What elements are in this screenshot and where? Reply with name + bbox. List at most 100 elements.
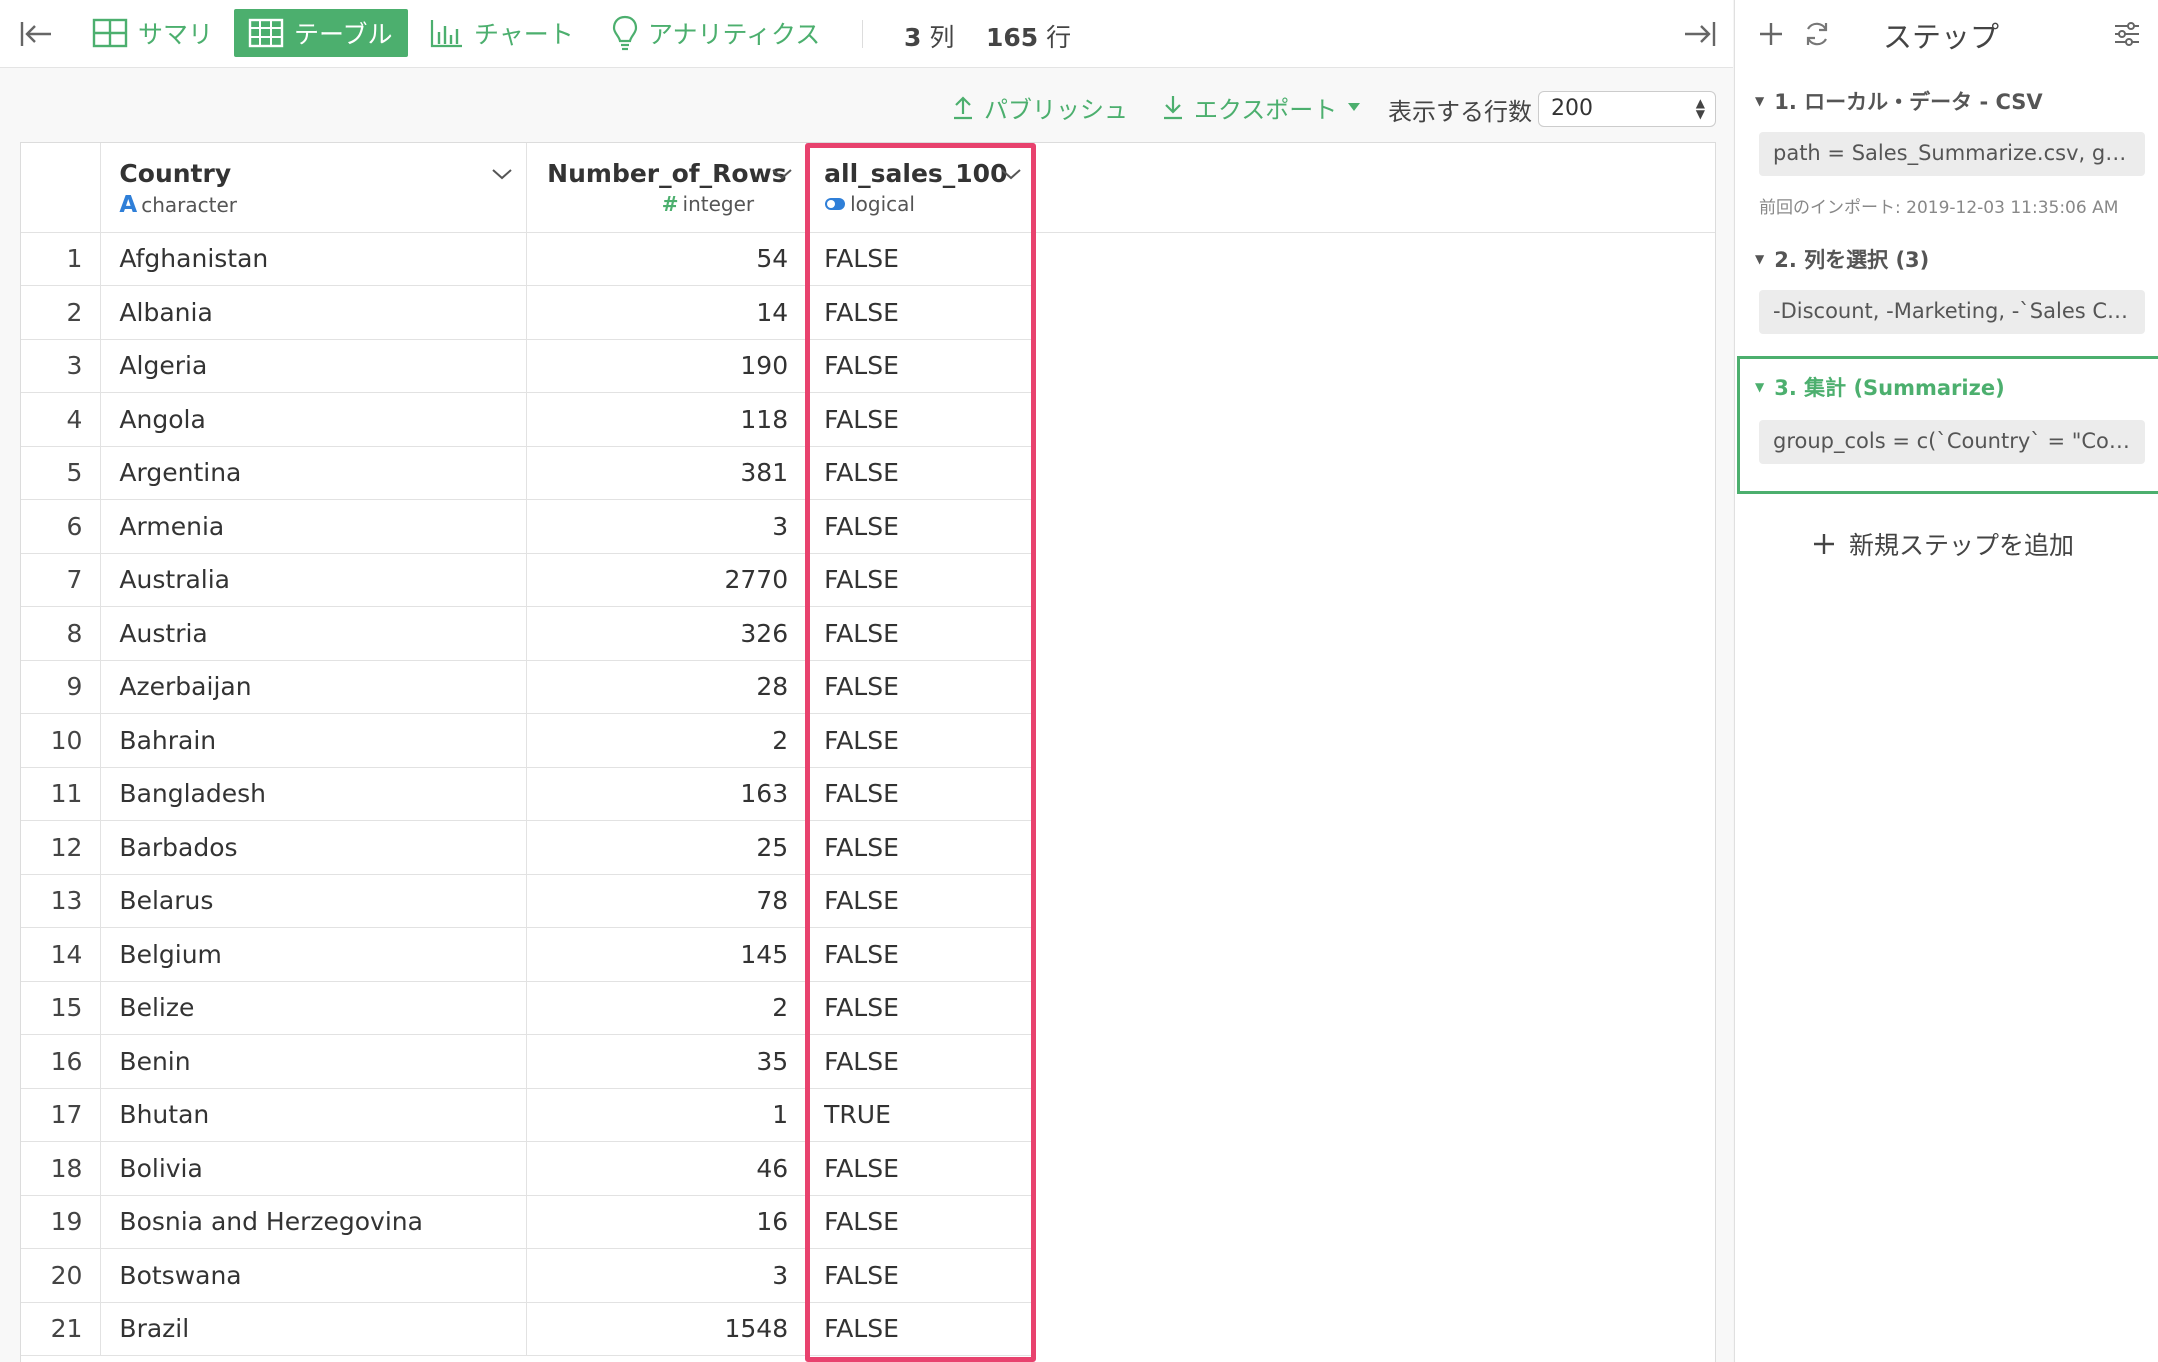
table-row[interactable]: 7 Australia 2770 FALSE xyxy=(21,553,1715,607)
country-cell[interactable]: Austria xyxy=(100,606,528,661)
number-of-rows-cell[interactable]: 1548 xyxy=(526,1302,808,1356)
number-of-rows-cell[interactable]: 2 xyxy=(526,981,808,1035)
all-sales-100-cell[interactable]: FALSE xyxy=(806,553,1035,607)
add-icon[interactable] xyxy=(1751,14,1791,54)
refresh-icon[interactable] xyxy=(1797,14,1837,54)
number-of-rows-cell[interactable]: 2 xyxy=(526,713,808,768)
column-header-all-sales-100[interactable]: all_sales_100 logical xyxy=(806,143,1035,233)
all-sales-100-cell[interactable]: FALSE xyxy=(806,767,1035,821)
export-button[interactable]: エクスポート xyxy=(1162,90,1361,124)
all-sales-100-cell[interactable]: FALSE xyxy=(806,1034,1035,1089)
number-of-rows-cell[interactable]: 78 xyxy=(526,874,808,928)
tab-chart[interactable]: チャート xyxy=(416,9,588,57)
all-sales-100-cell[interactable]: FALSE xyxy=(806,232,1035,286)
tab-table[interactable]: テーブル xyxy=(234,9,408,57)
table-row[interactable]: 4 Angola 118 FALSE xyxy=(21,392,1715,447)
country-cell[interactable]: Bolivia xyxy=(100,1141,528,1196)
table-row[interactable]: 16 Benin 35 FALSE xyxy=(21,1034,1715,1089)
all-sales-100-cell[interactable]: FALSE xyxy=(806,1141,1035,1196)
number-of-rows-cell[interactable]: 1 xyxy=(526,1088,808,1142)
table-row[interactable]: 19 Bosnia and Herzegovina 16 FALSE xyxy=(21,1195,1715,1249)
number-of-rows-cell[interactable]: 3 xyxy=(526,1248,808,1303)
step-2-title[interactable]: ▼ 2. 列を選択 (3) xyxy=(1755,244,1929,274)
number-of-rows-cell[interactable]: 25 xyxy=(526,820,808,875)
table-row[interactable]: 9 Azerbaijan 28 FALSE xyxy=(21,660,1715,714)
country-cell[interactable]: Algeria xyxy=(100,339,528,393)
country-cell[interactable]: Bahrain xyxy=(100,713,528,768)
country-cell[interactable]: Bhutan xyxy=(100,1088,528,1142)
table-row[interactable]: 18 Bolivia 46 FALSE xyxy=(21,1141,1715,1196)
chevron-down-icon[interactable] xyxy=(1000,167,1022,181)
number-of-rows-cell[interactable]: 118 xyxy=(526,392,808,447)
table-row[interactable]: 2 Albania 14 FALSE xyxy=(21,285,1715,340)
all-sales-100-cell[interactable]: FALSE xyxy=(806,1195,1035,1249)
all-sales-100-cell[interactable]: FALSE xyxy=(806,820,1035,875)
table-row[interactable]: 11 Bangladesh 163 FALSE xyxy=(21,767,1715,821)
number-of-rows-cell[interactable]: 54 xyxy=(526,232,808,286)
number-of-rows-cell[interactable]: 326 xyxy=(526,606,808,661)
number-of-rows-cell[interactable]: 163 xyxy=(526,767,808,821)
all-sales-100-cell[interactable]: FALSE xyxy=(806,285,1035,340)
all-sales-100-cell[interactable]: FALSE xyxy=(806,1302,1035,1356)
number-of-rows-cell[interactable]: 28 xyxy=(526,660,808,714)
chevron-down-icon[interactable] xyxy=(491,167,513,181)
country-cell[interactable]: Bosnia and Herzegovina xyxy=(100,1195,528,1249)
number-of-rows-cell[interactable]: 46 xyxy=(526,1141,808,1196)
all-sales-100-cell[interactable]: FALSE xyxy=(806,981,1035,1035)
table-row[interactable]: 20 Botswana 3 FALSE xyxy=(21,1248,1715,1303)
number-of-rows-cell[interactable]: 190 xyxy=(526,339,808,393)
rows-to-show-select[interactable]: 200 ▲ ▼ xyxy=(1538,91,1716,127)
expand-right-icon[interactable] xyxy=(1680,14,1720,54)
table-row[interactable]: 15 Belize 2 FALSE xyxy=(21,981,1715,1035)
chevron-down-icon[interactable] xyxy=(771,167,793,181)
country-cell[interactable]: Brazil xyxy=(100,1302,528,1356)
country-cell[interactable]: Afghanistan xyxy=(100,232,528,286)
add-step-button[interactable]: 新規ステップを追加 xyxy=(1813,526,2074,562)
column-header-number-of-rows[interactable]: Number_of_Rows # integer xyxy=(526,143,808,233)
table-row[interactable]: 14 Belgium 145 FALSE xyxy=(21,927,1715,982)
step-2-command[interactable]: -Discount, -Marketing, -`Sales Co… xyxy=(1759,290,2145,334)
number-of-rows-cell[interactable]: 16 xyxy=(526,1195,808,1249)
country-cell[interactable]: Belize xyxy=(100,981,528,1035)
step-1-command[interactable]: path = Sales_Summarize.csv, grou… xyxy=(1759,132,2145,176)
number-of-rows-cell[interactable]: 381 xyxy=(526,446,808,500)
all-sales-100-cell[interactable]: FALSE xyxy=(806,927,1035,982)
table-row[interactable]: 3 Algeria 190 FALSE xyxy=(21,339,1715,393)
country-cell[interactable]: Argentina xyxy=(100,446,528,500)
all-sales-100-cell[interactable]: FALSE xyxy=(806,339,1035,393)
country-cell[interactable]: Bangladesh xyxy=(100,767,528,821)
step-1-title[interactable]: ▼ 1. ローカル・データ - CSV xyxy=(1755,86,2043,116)
tab-analytics[interactable]: アナリティクス xyxy=(598,9,834,57)
country-cell[interactable]: Belarus xyxy=(100,874,528,928)
number-of-rows-cell[interactable]: 14 xyxy=(526,285,808,340)
country-cell[interactable]: Angola xyxy=(100,392,528,447)
all-sales-100-cell[interactable]: FALSE xyxy=(806,446,1035,500)
country-cell[interactable]: Australia xyxy=(100,553,528,607)
settings-sliders-icon[interactable] xyxy=(2107,14,2147,54)
country-cell[interactable]: Albania xyxy=(100,285,528,340)
publish-button[interactable]: パブリッシュ xyxy=(952,90,1128,124)
number-of-rows-cell[interactable]: 2770 xyxy=(526,553,808,607)
all-sales-100-cell[interactable]: FALSE xyxy=(806,874,1035,928)
all-sales-100-cell[interactable]: FALSE xyxy=(806,499,1035,554)
column-header-country[interactable]: Country A character xyxy=(100,143,528,233)
country-cell[interactable]: Benin xyxy=(100,1034,528,1089)
table-row[interactable]: 5 Argentina 381 FALSE xyxy=(21,446,1715,500)
number-of-rows-cell[interactable]: 3 xyxy=(526,499,808,554)
all-sales-100-cell[interactable]: FALSE xyxy=(806,1248,1035,1303)
all-sales-100-cell[interactable]: FALSE xyxy=(806,606,1035,661)
all-sales-100-cell[interactable]: TRUE xyxy=(806,1088,1035,1142)
country-cell[interactable]: Barbados xyxy=(100,820,528,875)
table-row[interactable]: 6 Armenia 3 FALSE xyxy=(21,499,1715,554)
country-cell[interactable]: Botswana xyxy=(100,1248,528,1303)
step-3-title[interactable]: ▼ 3. 集計 (Summarize) xyxy=(1755,372,2005,402)
collapse-left-icon[interactable] xyxy=(16,14,56,54)
table-row[interactable]: 12 Barbados 25 FALSE xyxy=(21,820,1715,875)
number-of-rows-cell[interactable]: 35 xyxy=(526,1034,808,1089)
table-row[interactable]: 21 Brazil 1548 FALSE xyxy=(21,1302,1715,1356)
table-row[interactable]: 8 Austria 326 FALSE xyxy=(21,606,1715,661)
tab-summary[interactable]: サマリ xyxy=(78,9,227,57)
number-of-rows-cell[interactable]: 145 xyxy=(526,927,808,982)
all-sales-100-cell[interactable]: FALSE xyxy=(806,660,1035,714)
step-3-command[interactable]: group_cols = c(`Country` = "Countr… xyxy=(1759,420,2145,464)
